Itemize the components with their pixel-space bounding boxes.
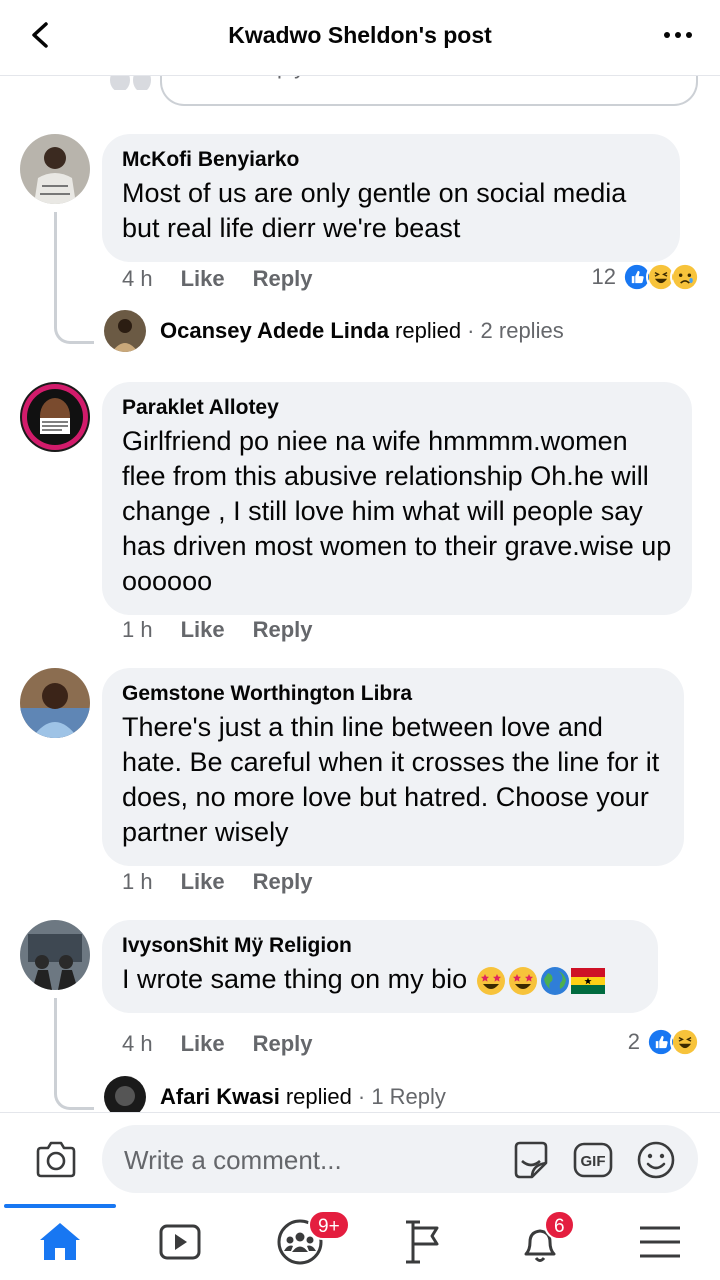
reply-button[interactable]: Reply (253, 869, 313, 895)
like-button[interactable]: Like (181, 1031, 225, 1057)
groups-badge: 9+ (308, 1210, 350, 1240)
reply-author-name: Afari Kwasi (160, 1084, 280, 1109)
comment-actions: 1 h Like Reply (122, 869, 313, 895)
comment-author[interactable]: IvysonShit Mÿ Religion (122, 934, 638, 958)
comment-time: 1 h (122, 617, 153, 642)
like-button[interactable]: Like (181, 266, 225, 292)
ghana-flag-emoji (570, 967, 605, 994)
comment-time: 4 h (122, 266, 153, 291)
avatar[interactable] (20, 668, 90, 738)
top-bar: Kwadwo Sheldon's post (0, 0, 720, 76)
home-icon[interactable] (36, 1218, 84, 1266)
comment-bubble: Paraklet Allotey Girlfriend po niee na w… (102, 382, 692, 615)
comment-text-row: I wrote same thing on my bio (122, 962, 638, 997)
comment-actions: 4 h Like Reply (122, 266, 313, 292)
avatar[interactable] (20, 134, 90, 204)
comment-text: Girlfriend po niee na wife hmmmm.women f… (122, 426, 672, 596)
emoji-icon[interactable] (635, 1139, 677, 1181)
thread-connector (54, 212, 94, 344)
reaction-count: 2 (627, 1029, 640, 1054)
comment-author[interactable]: Gemstone Worthington Libra (122, 682, 664, 706)
svg-text:GIF: GIF (581, 1153, 606, 1170)
comment-actions: 1 h Like Reply (122, 617, 313, 643)
watch-icon[interactable] (156, 1218, 204, 1266)
groups-tab[interactable]: 9+ (276, 1210, 350, 1266)
comment-placeholder: Write a comment... (124, 1145, 342, 1175)
comment-input[interactable]: Write a comment... GIF (102, 1125, 698, 1193)
comment-time: 1 h (122, 869, 153, 894)
more-options-icon[interactable] (662, 26, 694, 44)
comment-bubble: McKofi Benyiarko Most of us are only gen… (102, 134, 680, 262)
camera-icon[interactable] (34, 1139, 78, 1179)
globe-emoji (540, 966, 569, 995)
sticker-icon[interactable] (510, 1139, 552, 1181)
like-button[interactable]: Like (181, 869, 225, 895)
replied-label: replied (285, 1084, 352, 1109)
view-replies-link[interactable]: Ocansey Adede Linda replied · 2 replies (104, 310, 564, 352)
comment-text: Most of us are only gentle on social med… (122, 178, 627, 243)
pages-flag-icon[interactable] (398, 1218, 446, 1266)
reply-count: · 2 replies (467, 318, 564, 343)
reaction-count: 12 (591, 264, 616, 289)
notifications-tab[interactable]: 6 (516, 1210, 575, 1266)
comment-bubble: Gemstone Worthington Libra There's just … (102, 668, 684, 866)
reaction-summary[interactable]: 12 (592, 262, 700, 292)
haha-icon (670, 1027, 700, 1057)
notifications-badge: 6 (544, 1210, 575, 1240)
comment-author[interactable]: McKofi Benyiarko (122, 148, 660, 172)
reply-button[interactable]: Reply (253, 266, 313, 292)
reply-author-avatar (104, 310, 146, 352)
comment-actions: 4 h Like Reply (122, 1031, 313, 1057)
comment-time: 4 h (122, 1031, 153, 1056)
comment-author[interactable]: Paraklet Allotey (122, 396, 672, 420)
avatar[interactable] (20, 920, 90, 990)
active-tab-indicator (4, 1204, 116, 1208)
comment-text: There's just a thin line between love an… (122, 712, 660, 847)
gif-icon[interactable]: GIF (572, 1139, 614, 1181)
star-struck-emoji (476, 966, 505, 995)
thread-connector (54, 998, 94, 1110)
sad-icon (670, 262, 700, 292)
reply-count: · 1 Reply (357, 1084, 446, 1109)
like-button[interactable]: Like (181, 617, 225, 643)
page-title: Kwadwo Sheldon's post (228, 22, 492, 48)
reply-button[interactable]: Reply (253, 1031, 313, 1057)
avatar[interactable] (20, 382, 90, 452)
replied-label: replied (395, 318, 462, 343)
reply-button[interactable]: Reply (253, 617, 313, 643)
reply-author-name: Ocansey Adede Linda (160, 318, 390, 343)
menu-icon[interactable] (636, 1218, 684, 1266)
reaction-summary[interactable]: 2 (628, 1027, 700, 1057)
comment-bubble: IvysonShit Mÿ Religion I wrote same thin… (102, 920, 658, 1013)
comment-composer: Write a comment... GIF (0, 1112, 720, 1204)
bottom-navigation: 9+ 6 (0, 1204, 720, 1280)
star-struck-emoji (508, 966, 537, 995)
comment-text: I wrote same thing on my bio (122, 964, 468, 994)
